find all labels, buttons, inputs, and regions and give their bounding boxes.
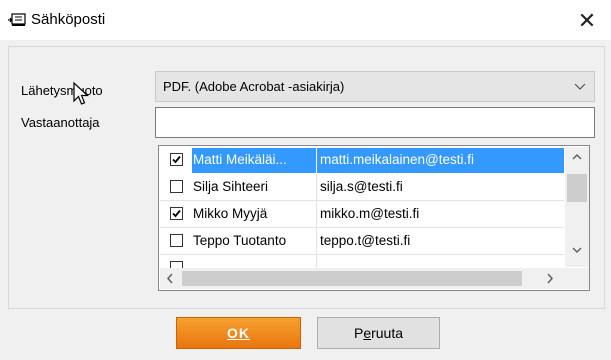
scroll-right-icon[interactable]: [540, 268, 560, 289]
contact-email: silja.s@testi.fi: [320, 179, 403, 194]
contact-name: Mikko Myyjä: [193, 206, 268, 221]
vertical-scroll-thumb[interactable]: [567, 174, 587, 202]
vertical-scrollbar[interactable]: [565, 147, 589, 267]
horizontal-scroll-thumb[interactable]: [182, 271, 522, 286]
ok-button[interactable]: OK: [176, 317, 301, 349]
scrollbar-corner: [565, 268, 589, 289]
contact-checkbox[interactable]: [170, 153, 183, 166]
chevron-down-icon[interactable]: [574, 80, 586, 92]
close-button[interactable]: ✕: [570, 5, 604, 37]
title-bar[interactable]: Sähköposti ✕: [0, 0, 611, 40]
horizontal-scrollbar[interactable]: [160, 268, 565, 289]
format-dropdown-value: PDF. (Adobe Acrobat -asiakirja): [163, 79, 345, 94]
format-dropdown[interactable]: PDF. (Adobe Acrobat -asiakirja): [155, 71, 595, 102]
recipient-label: Vastaanottaja: [21, 115, 100, 130]
cancel-label: Peruuta: [353, 325, 404, 341]
list-item[interactable]: Mikko Myyjä mikko.m@testi.fi: [160, 201, 564, 228]
recipient-input[interactable]: [155, 107, 595, 138]
contact-checkbox[interactable]: [170, 234, 183, 247]
cancel-button[interactable]: Peruuta: [317, 317, 440, 349]
scroll-left-icon[interactable]: [160, 268, 180, 289]
contact-email: matti.meikalainen@testi.fi: [320, 152, 475, 167]
contact-name: Silja Sihteeri: [193, 179, 269, 194]
format-label: Lähetysmuoto: [21, 83, 103, 98]
contact-email: teppo.t@testi.fi: [320, 233, 411, 248]
scroll-down-icon[interactable]: [565, 240, 589, 260]
contact-email: mikko.m@testi.fi: [320, 206, 420, 221]
checkmark-icon: [172, 209, 181, 218]
ok-label: OK: [227, 325, 250, 341]
list-item[interactable]: Silja Sihteeri silja.s@testi.fi: [160, 174, 564, 201]
contact-checkbox[interactable]: [170, 207, 183, 220]
scroll-up-icon[interactable]: [565, 147, 589, 167]
contacts-list[interactable]: Matti Meikäläi... matti.meikalainen@test…: [158, 145, 590, 291]
contact-name: Matti Meikäläi...: [193, 152, 287, 167]
contact-name: Teppo Tuotanto: [193, 233, 287, 248]
checkmark-icon: [172, 155, 181, 164]
window-title: Sähköposti: [31, 11, 106, 28]
list-item[interactable]: Teppo Tuotanto teppo.t@testi.fi: [160, 228, 564, 255]
close-icon[interactable]: ✕: [578, 8, 596, 33]
list-item[interactable]: Matti Meikäläi... matti.meikalainen@test…: [160, 147, 564, 174]
contact-checkbox[interactable]: [170, 180, 183, 193]
email-window-icon: [8, 13, 26, 26]
